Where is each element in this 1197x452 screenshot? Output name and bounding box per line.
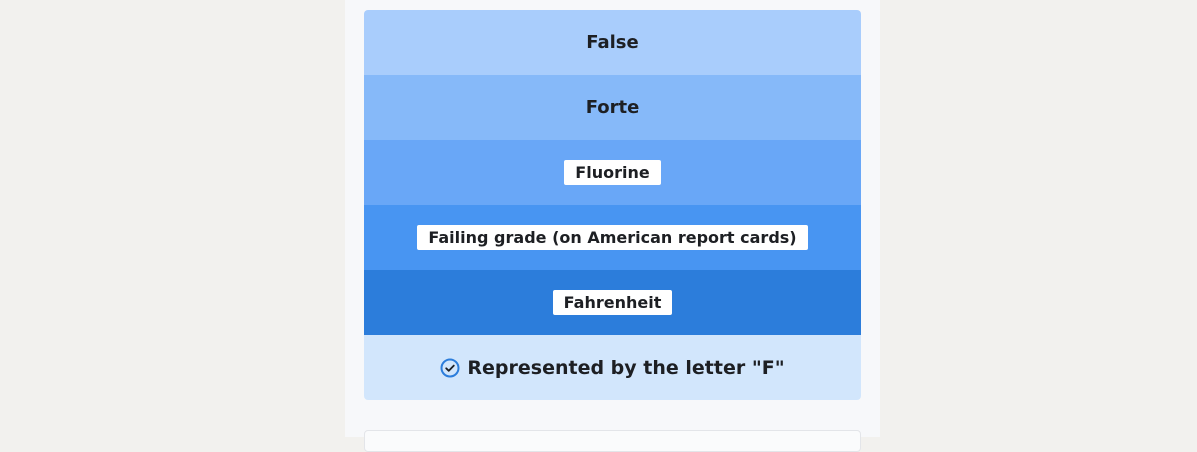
tile-label-chip: Failing grade (on American report cards) bbox=[417, 225, 808, 250]
check-circle-icon bbox=[440, 358, 460, 378]
tile-label: Forte bbox=[585, 97, 640, 118]
next-card bbox=[364, 430, 861, 452]
tile-fluorine[interactable]: Fluorine bbox=[364, 140, 861, 205]
puzzle-panel: False Forte Fluorine Failing grade (on A… bbox=[345, 0, 880, 452]
answer-label: Represented by the letter "F" bbox=[467, 356, 785, 379]
group-stack: False Forte Fluorine Failing grade (on A… bbox=[364, 10, 861, 400]
tile-label-chip: Fahrenheit bbox=[552, 290, 673, 315]
tile-forte[interactable]: Forte bbox=[364, 75, 861, 140]
answer-banner: Represented by the letter "F" bbox=[364, 335, 861, 400]
tile-failing-grade[interactable]: Failing grade (on American report cards) bbox=[364, 205, 861, 270]
tile-fahrenheit[interactable]: Fahrenheit bbox=[364, 270, 861, 335]
tile-label-chip: Fluorine bbox=[564, 160, 661, 185]
tile-false[interactable]: False bbox=[364, 10, 861, 75]
tile-label: False bbox=[586, 32, 639, 53]
